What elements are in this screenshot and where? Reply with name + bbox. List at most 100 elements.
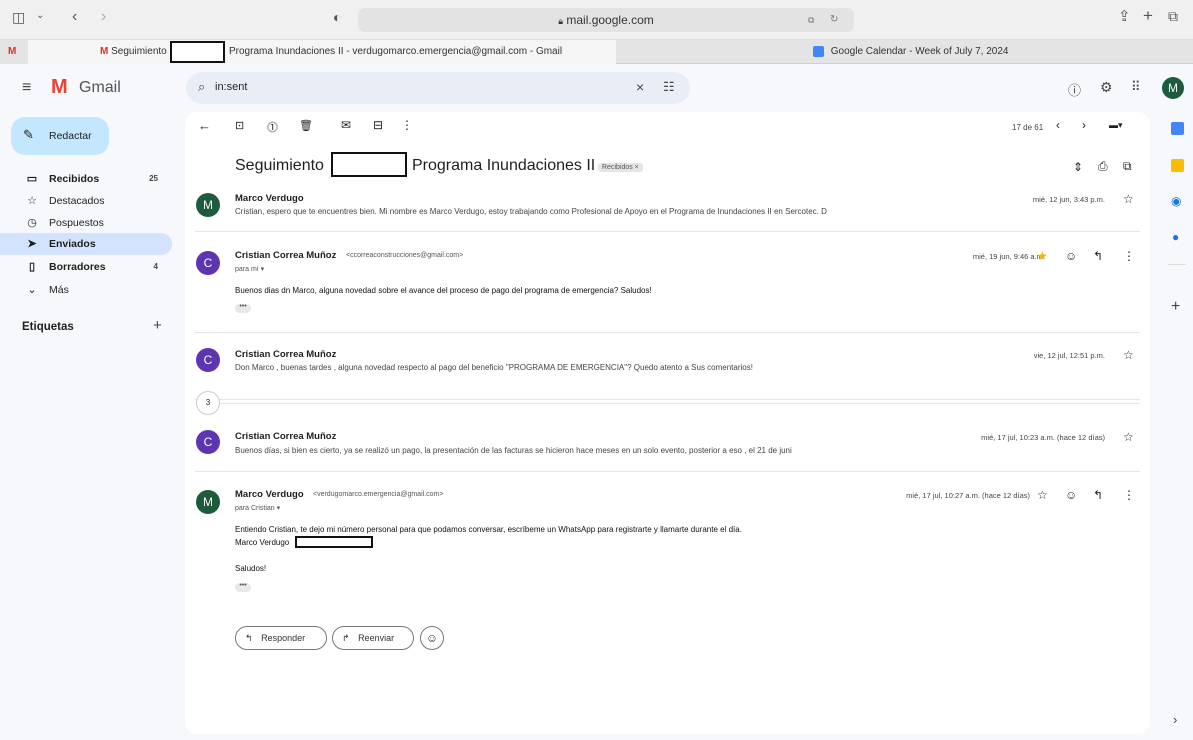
more-options-icon[interactable]: ⋮ [1123,488,1135,502]
tasks-icon[interactable]: ◉ [1171,194,1181,208]
label-chip-inbox[interactable]: Recibidos × [598,163,643,172]
sender-name[interactable]: Marco Verdugo [235,489,304,500]
reply-button[interactable]: ↰ Responder [235,626,327,650]
message-snippet[interactable]: Cristian, espero que te encuentres bien.… [235,207,827,216]
translate-icon[interactable]: ⧉ [808,8,814,32]
help-icon[interactable]: ⓘ [1068,80,1081,99]
sender-name[interactable]: Cristian Correa Muñoz [235,431,336,442]
message-date: mié, 17 jul, 10:23 a.m. (hace 12 días) [981,433,1105,442]
message-date: mié, 19 jun, 9:46 a.m. [972,252,1045,261]
new-tab-icon[interactable]: + [1143,6,1153,26]
divider [195,332,1140,333]
reload-icon[interactable]: ↻ [830,8,838,32]
reply-icon[interactable]: ↰ [1093,249,1103,263]
share-icon[interactable]: ⇪ [1118,7,1131,25]
sidebar-item-inbox[interactable]: ▭ Recibidos 25 [0,168,172,190]
search-options-icon[interactable]: ☷ [663,79,675,95]
message-snippet[interactable]: Don Marco , buenas tardes , alguna noved… [235,363,753,372]
sender-name[interactable]: Cristian Correa Muñoz [235,349,336,360]
show-trimmed-icon[interactable]: ••• [235,582,251,592]
newer-icon[interactable]: ‹ [1056,118,1060,132]
gmail-logo-icon[interactable]: M [51,76,68,99]
address-bar[interactable]: 🔒︎ mail.google.com ⧉ ↻ [358,8,854,32]
divider [1168,264,1186,265]
recipient-line[interactable]: para mí ▾ [235,265,264,273]
sidebar-item-starred[interactable]: ☆ Destacados [0,190,172,212]
report-spam-icon[interactable]: ⓵ [267,119,278,135]
compose-button[interactable]: ✎ Redactar [11,117,109,155]
recipient-text: para Cristian [235,505,275,512]
search-icon[interactable]: ⌕ [198,79,205,95]
gmail-logo-text[interactable]: Gmail [79,79,121,97]
show-trimmed-icon[interactable]: ••• [235,303,251,313]
expand-panel-icon[interactable]: › [1173,712,1177,727]
sidebar-item-drafts[interactable]: ▯ Borradores 4 [0,256,172,278]
message-snippet[interactable]: Buenos días, si bien es cierto, ya se re… [235,446,792,455]
delete-icon[interactable]: 🗑︎ [299,119,313,132]
star-icon: ☆ [27,195,37,207]
main-menu-icon[interactable]: ≡ [22,79,31,97]
starred-icon[interactable]: ★ [1037,249,1048,263]
print-icon[interactable]: ⎙ [1098,159,1108,174]
calendar-icon[interactable] [1171,122,1184,135]
sender-name[interactable]: Cristian Correa Muñoz [235,250,336,261]
star-icon[interactable]: ☆ [1123,192,1134,206]
privacy-shield-icon[interactable]: ◐ [333,9,341,25]
subject-part-2: Programa Inundaciones II [412,157,596,174]
keep-icon[interactable] [1171,159,1184,172]
back-arrow-icon[interactable]: ← [198,118,211,133]
expand-all-icon[interactable]: ⇕ [1073,160,1083,174]
tab-overview-icon[interactable]: ⧉ [1168,8,1178,25]
contacts-icon[interactable]: ● [1172,230,1179,244]
back-icon[interactable]: ‹ [72,8,77,26]
open-new-window-icon[interactable]: ⧉ [1123,159,1132,174]
avatar: M [196,193,220,217]
forward-button[interactable]: ↱ Reenviar [332,626,414,650]
inbox-icon: ▭ [26,173,38,185]
chevron-down-icon[interactable]: ⌄ [36,10,44,21]
message-body-line: Saludos! [235,564,267,573]
calendar-icon [813,45,824,57]
pagination-text: 17 de 61 [1012,123,1044,132]
account-avatar[interactable]: M [1162,77,1184,99]
input-tools-icon[interactable]: ▬▾ [1109,120,1123,131]
chevron-down-icon: ⌄ [27,284,37,296]
emoji-react-icon[interactable]: ☺ [1065,488,1077,502]
star-icon[interactable]: ☆ [1123,348,1134,362]
search-input[interactable]: in:sent [215,81,247,93]
tab-google-calendar[interactable]: Google Calendar - Week of July 7, 2024 [617,40,1193,64]
sender-name[interactable]: Marco Verdugo [235,193,304,204]
reply-icon[interactable]: ↰ [1093,488,1103,502]
more-options-icon[interactable]: ⋮ [1123,249,1135,263]
star-icon[interactable]: ☆ [1037,488,1048,502]
sidebar-toggle-icon[interactable]: ◫ [12,9,25,26]
emoji-react-icon[interactable]: ☺ [1065,249,1077,263]
sidebar-item-sent[interactable]: ➤ Enviados [0,233,172,255]
add-label-icon[interactable]: + [153,317,162,334]
older-icon[interactable]: › [1082,118,1086,132]
add-addon-icon[interactable]: + [1171,298,1180,316]
mark-unread-icon[interactable]: ✉ [341,118,351,132]
star-icon[interactable]: ☆ [1123,430,1134,444]
sidebar-item-snoozed[interactable]: ◷ Pospuestos [0,212,172,234]
archive-icon[interactable]: ⊡ [235,119,244,132]
search-bar[interactable]: ⌕ in:sent × ☷ [186,72,690,104]
redaction-box [331,152,407,177]
clear-search-icon[interactable]: × [636,79,644,95]
pinned-tab-gmail[interactable]: M [0,40,28,64]
recipient-text: para mí [235,266,259,273]
message-body-line: Entiendo Cristian, te dejo mi número per… [235,525,742,534]
recipient-line[interactable]: para Cristian ▾ [235,504,280,512]
sidebar-item-more[interactable]: ⌄ Más [0,279,172,301]
compose-label: Redactar [49,130,92,142]
emoji-reaction-button[interactable]: ☺ [420,626,444,650]
send-icon: ➤ [27,238,37,250]
forward-icon[interactable]: › [101,8,106,26]
collapsed-messages-count[interactable]: 3 [196,391,220,415]
more-actions-icon[interactable]: ⋮ [401,118,413,132]
reply-label: Responder [261,633,306,643]
divider [195,403,1140,404]
settings-gear-icon[interactable]: ⚙ [1100,79,1113,96]
apps-grid-icon[interactable]: ⠿ [1131,79,1141,95]
move-to-icon[interactable]: ⊟ [373,118,383,132]
